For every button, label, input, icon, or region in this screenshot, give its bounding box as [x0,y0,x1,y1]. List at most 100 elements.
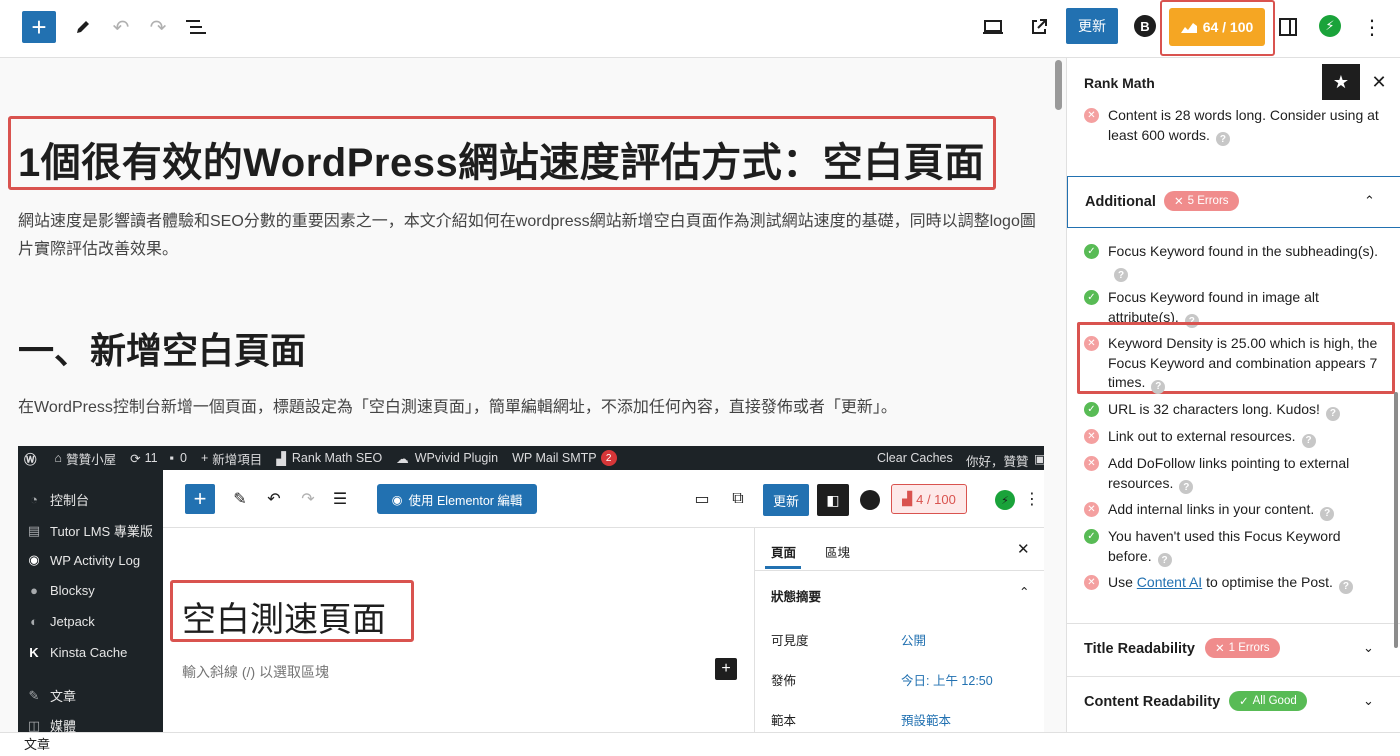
section-title-readability[interactable]: Title Readability ✕ 1 Errors ⌄ [1067,623,1400,675]
canvas-scrollbar[interactable] [1055,60,1062,110]
section-additional[interactable]: Additional ✕ 5 Errors ⌃ [1067,176,1400,228]
shot-menu-item: ◐ Jetpack [26,614,95,629]
settings-sidebar-button[interactable] [1273,12,1303,42]
check-item: ✓ Focus Keyword found in the subheading(… [1084,242,1384,283]
shot-wpvivid: WPvivid Plugin [414,451,499,465]
plus-icon: + [200,451,209,465]
kebab-menu-icon: ⋮ [1024,491,1040,508]
check-item: ✓ URL is 32 characters long. Kudos!? [1084,400,1384,421]
redo-icon: ↷ [301,491,315,508]
rank-math-score-button[interactable]: 64 / 100 [1169,8,1265,46]
shot-publish-value: 今日: 上午 12:50 [901,674,993,688]
shot-settings-panel: 頁面 區塊 ✕ 狀態摘要 ⌃ 可見度 公開 發佈 今日: 上午 12:50 範本… [754,528,1044,732]
shot-smtp-badge: 2 [600,450,617,466]
shot-menu-item: ◫ 媒體 [27,717,77,733]
undo-button[interactable]: ↶ [106,12,136,42]
rank-math-sidebar: Rank Math ★ ✕ ✕ Content is 28 words long… [1066,58,1400,732]
jetpack-icon[interactable]: ⚡ [1319,15,1341,37]
help-icon[interactable]: ? [1179,480,1194,495]
check-item: ✕ Add internal links in your content.? [1084,500,1384,521]
shot-tab-block: 區塊 [825,546,851,560]
sidebar-scrollbar[interactable] [1394,392,1398,648]
shot-elementor-button: ◉ 使用 Elementor 編輯 [377,484,537,514]
dashboard-icon: ◔ [30,492,38,507]
help-icon[interactable]: ? [1114,268,1128,283]
shot-visibility-label: 可見度 [771,634,809,648]
close-icon: ✕ [1215,643,1225,655]
external-link-icon: ⧉ [732,490,744,507]
cloud-icon: ☁ [396,451,409,466]
blocksy-icon: B [860,490,880,510]
pin-sidebar-button[interactable]: ★ [1322,64,1360,100]
view-post-button[interactable] [1024,12,1054,42]
preview-button[interactable] [978,12,1008,42]
close-icon: ✕ [1017,541,1030,558]
shot-menu-item: ▤ Tutor LMS 專業版 [27,522,153,540]
error-icon: ✕ [1084,336,1099,351]
shot-visibility-value: 公開 [901,634,927,648]
help-icon[interactable]: ? [1320,506,1335,521]
jetpack-icon: ◐ [30,614,38,629]
sidebar-toggle-icon: ◧ [817,484,849,516]
star-icon: ★ [1332,71,1350,92]
help-icon[interactable]: ? [1215,132,1230,147]
intro-paragraph[interactable]: 網站速度是影響讀者體驗和SEO分數的重要因素之一，本文介紹如何在wordpres… [18,208,1038,264]
all-good-badge: ✓ All Good [1229,691,1307,711]
body-paragraph[interactable]: 在WordPress控制台新增一個頁面，標題設定為「空白測速頁面」，簡單編輯網址… [18,394,1038,422]
shot-clear-caches: Clear Caches [877,451,953,465]
tools-button[interactable] [68,12,98,42]
kebab-menu-icon: ⋮ [1362,16,1382,39]
help-icon[interactable]: ? [1338,579,1353,594]
editor-footer-breadcrumb[interactable]: 文章 [0,732,1400,756]
redo-button[interactable]: ↷ [143,12,173,42]
update-button[interactable]: 更新 [1066,8,1118,44]
shot-panel-divider [755,570,1044,571]
section-heading[interactable]: 一、新增空白頁面 [18,322,306,374]
shot-rankmath: Rank Math SEO [291,451,383,465]
section-content-readability[interactable]: Content Readability ✓ All Good ⌄ [1067,676,1400,728]
shot-template-label: 範本 [771,714,797,728]
section-label: Title Readability [1084,641,1195,657]
sidebar-toggle-icon [1279,18,1297,36]
shot-admin-menu: ◔ 控制台 ▤ Tutor LMS 專業版 ◉ WP Activity Log ● Bl… [18,470,163,732]
shot-menu-item: K Kinsta Cache [26,645,127,660]
error-icon: ✕ [1084,456,1099,471]
section-label: Content Readability [1084,694,1221,710]
list-view-icon: ☰ [332,491,348,508]
check-item: ✕ Content is 28 words long. Consider usi… [1084,106,1384,147]
embedded-screenshot-image[interactable]: Ⓦ ⌂ 贊贊小屋 ⟳ 11 ▪ 0 + 新增項目 ▟ Rank Math SEO… [18,446,1044,732]
desktop-preview-icon [983,20,1003,34]
avatar-icon: ▣ [1034,452,1044,466]
blocksy-icon[interactable]: B [1134,15,1156,37]
help-icon[interactable]: ? [1301,433,1316,448]
help-icon[interactable]: ? [1157,553,1172,568]
shot-admin-bar: Ⓦ ⌂ 贊贊小屋 ⟳ 11 ▪ 0 + 新增項目 ▟ Rank Math SEO… [18,446,1044,470]
rank-math-score: 64 / 100 [1202,19,1254,35]
desktop-preview-icon: ▭ [694,491,710,508]
shot-new-item: 新增項目 [212,452,263,467]
check-icon: ✓ [1084,529,1099,544]
more-options-button[interactable]: ⋮ [1357,12,1387,42]
help-icon[interactable]: ? [1151,379,1166,394]
jetpack-icon: ⚡ [995,490,1015,510]
elementor-icon: ◉ [391,492,403,507]
post-title[interactable]: 1個很有效的WordPress網站速度評估方式：空白頁面 [18,130,985,188]
check-item: ✓ You haven't used this Focus Keyword be… [1084,527,1384,568]
content-ai-link[interactable]: Content AI [1137,574,1202,590]
check-item: ✕ Link out to external resources.? [1084,427,1384,448]
rank-math-graph-icon [1180,23,1197,33]
check-item: ✕ Add DoFollow links pointing to externa… [1084,454,1384,495]
shot-block-placeholder: 輸入斜線 (/) 以選取區塊 [182,664,329,680]
chevron-up-icon: ⌃ [1364,193,1375,208]
shot-updates-count: 11 [144,451,158,465]
close-sidebar-button[interactable]: ✕ [1367,68,1391,96]
help-icon[interactable]: ? [1325,406,1340,421]
shot-site-name: 贊贊小屋 [66,452,117,467]
external-link-icon [1032,19,1047,34]
home-icon: ⌂ [54,451,63,465]
check-icon: ✓ [1239,696,1249,708]
list-view-button[interactable] [181,12,211,42]
rank-math-header: Rank Math ★ ✕ [1067,58,1400,106]
add-block-button[interactable]: + [22,11,56,43]
wordpress-logo-icon: Ⓦ [24,452,37,467]
